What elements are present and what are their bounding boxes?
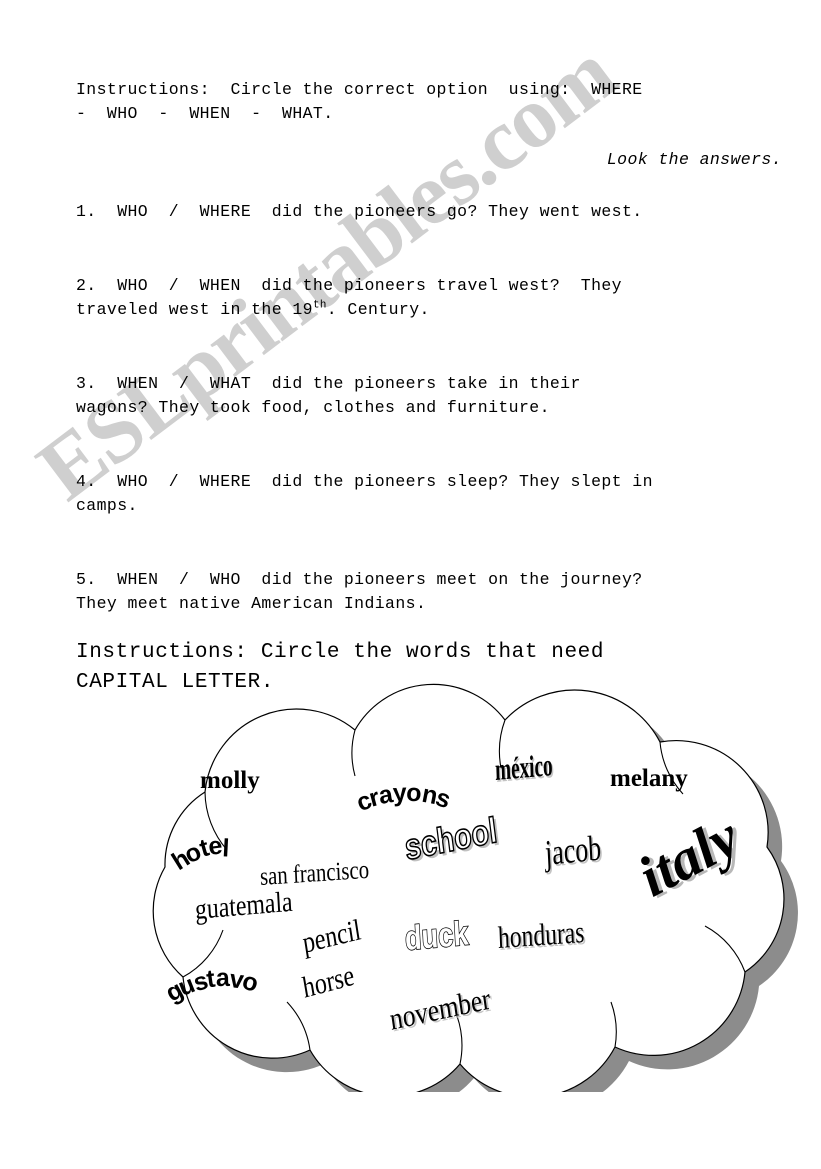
question-5-line-2: They meet native American Indians. [76,594,427,613]
instructions-2-line-1: Instructions: Circle the words that need [76,641,605,664]
cloud-word-mexico: méxico [494,747,554,787]
instructions-1-line-1: Instructions: Circle the correct option … [76,80,643,99]
question-3-line-1: 3. WHEN / WHAT did the pioneers take in … [76,374,581,393]
cloud-word-molly: molly [200,767,260,794]
question-2-line-2: traveled west in the 19th. Century. [76,298,786,322]
question-3-line-2: wagons? They took food, clothes and furn… [76,398,550,417]
question-2-line-1: 2. WHO / WHEN did the pioneers travel we… [76,276,622,295]
question-1-line-1: 1. WHO / WHERE did the pioneers go? They… [76,202,643,221]
cloud-word-crayons: crayons [352,778,455,818]
question-2-line-2-pre: traveled west in the 19 [76,300,313,319]
question-4-line-1: 4. WHO / WHERE did the pioneers sleep? T… [76,472,653,491]
cloud-word-jacob: jacob [543,827,603,873]
look-the-answers-note: Look the answers. [606,150,782,169]
question-2-line-2-post: . Century. [326,300,430,319]
instructions-2-line-2: CAPITAL LETTER. [76,671,275,694]
cloud-word-duck: duck [403,914,470,959]
worksheet-text-block: Instructions: Circle the correct option … [76,78,786,698]
word-cloud-container: molly crayons méxico melany hotel san fr… [55,672,815,1092]
cloud-word-honduras: honduras [497,914,585,955]
worksheet-page: ESLprintables.com Instructions: Circle t… [0,0,821,1169]
instructions-1-line-2: - WHO - WHEN - WHAT. [76,104,334,123]
ordinal-suffix-th: th [312,299,327,312]
question-4-line-2: camps. [76,496,138,515]
cloud-word-melany: melany [610,765,688,792]
question-5-line-1: 5. WHEN / WHO did the pioneers meet on t… [76,570,643,589]
